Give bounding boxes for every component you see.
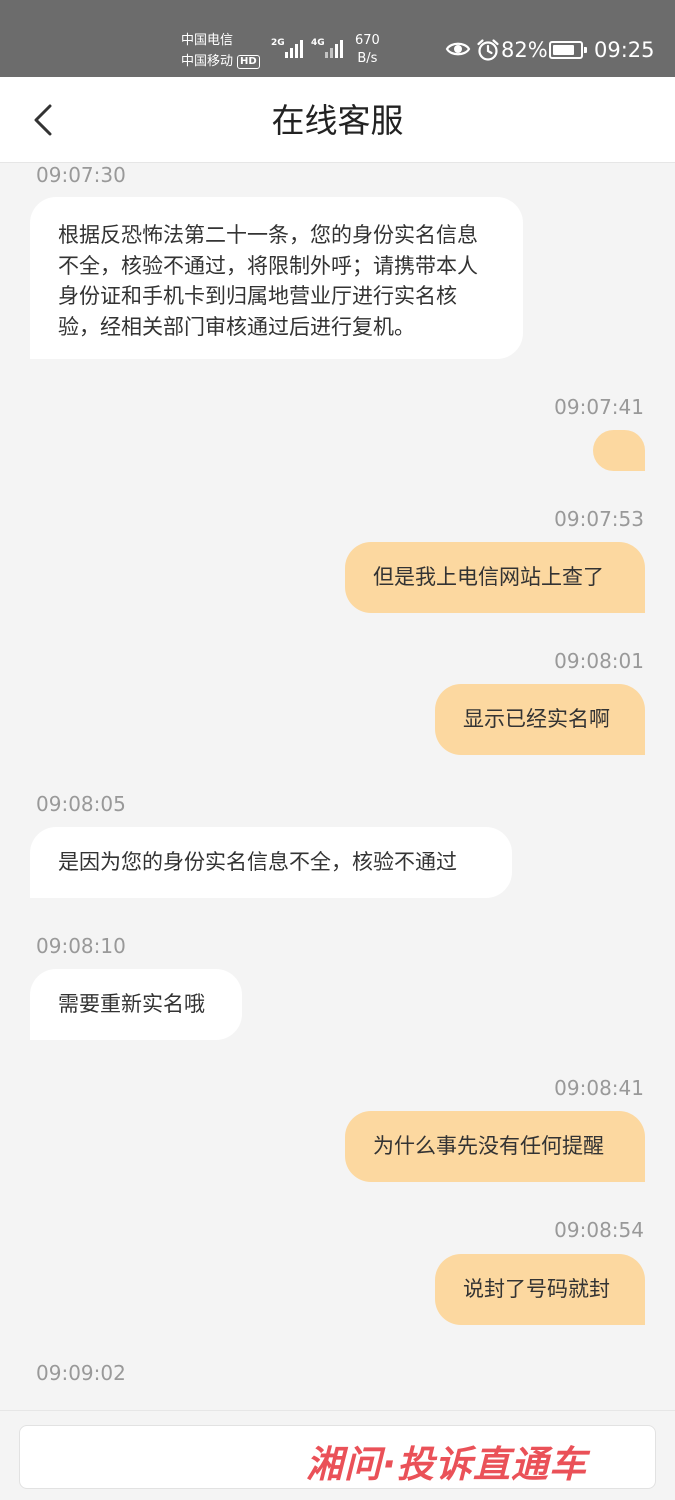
carrier-2: 中国移动 <box>181 54 234 69</box>
message-text: 但是我上电信网站上查了 <box>373 565 604 590</box>
hd-badge: HD <box>237 54 260 69</box>
message-timestamp: 09:07:30 <box>36 163 126 187</box>
message-timestamp: 09:09:02 <box>36 1361 126 1385</box>
watermark-logo: 湘问·投诉直通车 <box>306 1443 588 1486</box>
agent-message-bubble: 是因为您的身份实名信息不全，核验不通过 <box>30 827 512 898</box>
user-message-bubble <box>593 430 645 471</box>
carrier-info: 中国电信 中国移动 HD <box>181 30 260 72</box>
agent-message-bubble: 需要重新实名哦 <box>30 969 242 1040</box>
message-timestamp: 09:07:53 <box>554 507 644 531</box>
alarm-icon <box>477 39 499 61</box>
app-header: 在线客服 <box>0 77 675 163</box>
status-clock: 09:25 <box>594 38 655 62</box>
message-text: 根据反恐怖法第二十一条，您的身份实名信息不全，核验不通过，将限制外呼；请携带本人… <box>58 223 478 339</box>
carrier-1: 中国电信 <box>181 33 234 48</box>
message-text: 显示已经实名啊 <box>463 707 610 732</box>
user-message-bubble: 说封了号码就封 <box>435 1254 645 1325</box>
eye-icon <box>445 42 471 56</box>
net-speed-value: 670 <box>355 33 380 48</box>
user-message-bubble: 但是我上电信网站上查了 <box>345 542 645 613</box>
message-timestamp: 09:08:41 <box>554 1076 644 1100</box>
message-timestamp: 09:08:10 <box>36 934 126 958</box>
user-message-bubble: 为什么事先没有任何提醒 <box>345 1111 645 1182</box>
message-text: 需要重新实名哦 <box>58 992 205 1017</box>
network-speed: 670 B/s <box>355 32 380 68</box>
battery-icon <box>549 41 587 59</box>
battery-percent: 82% <box>501 38 548 62</box>
message-text: 为什么事先没有任何提醒 <box>373 1134 604 1159</box>
status-bar: 中国电信 中国移动 HD 2G 4G 670 B/s 82% 09:25 <box>0 0 675 77</box>
page-title: 在线客服 <box>271 101 404 140</box>
signal-2-tag: 4G <box>311 38 325 48</box>
agent-message-bubble: 根据反恐怖法第二十一条，您的身份实名信息不全，核验不通过，将限制外呼；请携带本人… <box>30 197 523 359</box>
message-text: 说封了号码就封 <box>463 1277 610 1302</box>
user-message-bubble: 显示已经实名啊 <box>435 684 645 755</box>
message-text: 是因为您的身份实名信息不全，核验不通过 <box>58 850 457 875</box>
message-timestamp: 09:08:54 <box>554 1218 644 1242</box>
signal-1-tag: 2G <box>271 38 285 48</box>
chat-history[interactable]: 09:07:30 根据反恐怖法第二十一条，您的身份实名信息不全，核验不通过，将限… <box>0 163 675 1410</box>
message-timestamp: 09:08:01 <box>554 649 644 673</box>
message-timestamp: 09:07:41 <box>554 395 644 419</box>
net-speed-unit: B/s <box>357 51 378 66</box>
message-timestamp: 09:08:05 <box>36 792 126 816</box>
